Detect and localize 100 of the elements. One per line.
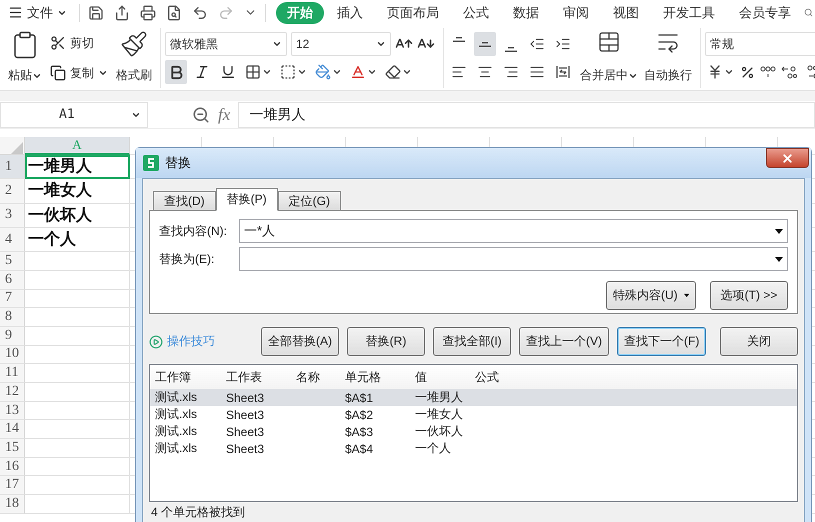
row-header[interactable]: 13	[0, 402, 25, 420]
row-header[interactable]: 1	[0, 155, 25, 180]
format-painter-button[interactable]: 格式刷	[116, 28, 152, 86]
caret-icon	[262, 67, 272, 77]
special-content-button[interactable]: 特殊内容(U)	[606, 281, 696, 310]
table-cell-text: 一堆女人	[414, 406, 464, 423]
font-select[interactable]: 微软雅黑	[165, 32, 287, 56]
number-format-select[interactable]: 常规	[705, 32, 815, 56]
sheet-cell[interactable]	[25, 420, 130, 440]
combo-field[interactable]	[239, 247, 788, 271]
sheet-cell[interactable]	[25, 458, 130, 476]
table-cell-text: Sheet3	[225, 442, 266, 456]
row-header[interactable]: 2	[0, 179, 25, 204]
indent-decrease-icon	[529, 36, 545, 52]
row-header[interactable]: 16	[0, 458, 25, 476]
thousands-separator-icon[interactable]	[759, 64, 777, 80]
sheet-cell[interactable]: 一堆女人	[25, 179, 130, 204]
row-header[interactable]: 5	[0, 252, 25, 271]
row-header[interactable]: 8	[0, 308, 25, 327]
dialog-title: 替换	[165, 154, 191, 172]
sheet-cell[interactable]: 一堆男人	[25, 155, 130, 180]
percent-icon[interactable]	[740, 64, 755, 80]
dialog-tab[interactable]: 查找(D)	[153, 191, 216, 211]
close-icon	[781, 152, 794, 164]
sheet-cell[interactable]: 一伙坏人	[25, 204, 130, 228]
row-header[interactable]: 10	[0, 346, 25, 364]
dialog-button[interactable]: 全部替换(A)	[261, 327, 339, 356]
row-header[interactable]: 14	[0, 420, 25, 440]
play-icon	[149, 334, 163, 348]
bold-button[interactable]	[165, 60, 187, 84]
dialog-button[interactable]: 替换(R)	[347, 327, 425, 356]
ribbon-tab[interactable]: 插入	[326, 2, 374, 24]
align-right-icon	[503, 64, 519, 80]
name-box[interactable]: A1	[0, 102, 148, 128]
ribbon-tab[interactable]: 视图	[602, 2, 650, 24]
formula-input[interactable]: 一堆男人	[238, 102, 815, 128]
dialog-button[interactable]: 关闭	[720, 327, 798, 356]
merge-center-button[interactable]: 合并居中	[580, 28, 638, 86]
row-header[interactable]: 4	[0, 228, 25, 252]
close-button[interactable]	[766, 148, 809, 168]
wrap-text-button[interactable]: 自动换行	[644, 28, 692, 86]
sheet-cell[interactable]	[25, 383, 130, 402]
row-header[interactable]: 17	[0, 476, 25, 496]
increase-decimal-icon[interactable]	[781, 64, 797, 80]
dialog-button[interactable]: 查找全部(I)	[433, 327, 511, 356]
paste-button[interactable]: 粘贴	[8, 28, 42, 86]
sheet-cell[interactable]	[25, 308, 130, 327]
result-row[interactable]: 测试.xls Sheet3 $A$1 一堆男人	[150, 389, 797, 406]
ribbon-tab[interactable]: 公式	[452, 2, 500, 24]
row-header[interactable]: 6	[0, 270, 25, 290]
export-icon[interactable]	[114, 4, 130, 20]
zoom-out-icon[interactable]	[192, 106, 210, 124]
row-header[interactable]: 12	[0, 383, 25, 402]
result-row[interactable]: 测试.xls Sheet3 $A$3 一伙坏人	[150, 423, 797, 440]
dropdown-icon	[684, 293, 689, 298]
ribbon-tab[interactable]: 会员专享	[728, 2, 802, 24]
dialog-tab[interactable]: 替换(P)	[216, 188, 278, 211]
column-header: 值	[414, 368, 428, 386]
font-color-icon	[350, 64, 366, 80]
ribbon-tab[interactable]: 开发工具	[652, 2, 726, 24]
sheet-cell[interactable]	[25, 270, 130, 290]
copy-button[interactable]: 复制	[48, 61, 110, 85]
table-cell-text: 一个人	[414, 440, 452, 457]
sheet-cell[interactable]	[25, 402, 130, 420]
row-header[interactable]: 11	[0, 364, 25, 383]
italic-icon	[194, 64, 210, 80]
sheet-cell[interactable]	[25, 290, 130, 308]
sheet-cell[interactable]	[25, 346, 130, 364]
result-row[interactable]: 测试.xls Sheet3 $A$2 一堆女人	[150, 406, 797, 423]
save-icon[interactable]	[88, 4, 104, 20]
print-icon[interactable]	[140, 4, 156, 20]
row-header[interactable]: 3	[0, 204, 25, 228]
sheet-cell[interactable]	[25, 495, 130, 514]
ribbon-tab[interactable]: 页面布局	[376, 2, 450, 24]
align-middle-button[interactable]	[474, 32, 496, 56]
dialog-tab[interactable]: 定位(G)	[278, 191, 341, 211]
undo-icon[interactable]	[192, 4, 208, 20]
result-row[interactable]: 测试.xls Sheet3 $A$4 一个人	[150, 440, 797, 457]
sheet-cell[interactable]	[25, 439, 130, 458]
align-justify-icon	[529, 64, 545, 80]
row-header[interactable]: 7	[0, 290, 25, 308]
sheet-cell[interactable]	[25, 364, 130, 383]
dialog-button[interactable]: 查找下一个(F)	[617, 327, 706, 356]
sheet-cell[interactable]: 一个人	[25, 228, 130, 252]
ribbon-tab[interactable]: 审阅	[552, 2, 600, 24]
dialog-button[interactable]: 查找上一个(V)	[519, 327, 609, 356]
print-preview-icon[interactable]	[166, 4, 182, 20]
combo-field[interactable]: 一*人	[239, 219, 788, 243]
row-header[interactable]: 9	[0, 326, 25, 346]
sheet-cell[interactable]	[25, 476, 130, 496]
row-header[interactable]: 18	[0, 495, 25, 514]
ribbon-tab[interactable]: 数据	[502, 2, 550, 24]
caret-icon	[332, 67, 342, 77]
cut-button[interactable]: 剪切	[48, 31, 110, 55]
file-menu[interactable]: 文件	[4, 2, 71, 24]
row-header[interactable]: 15	[0, 439, 25, 458]
options-button[interactable]: 选项(T) >>	[710, 281, 788, 310]
sheet-cell[interactable]	[25, 252, 130, 271]
font-size-select[interactable]: 12	[291, 32, 391, 56]
sheet-cell[interactable]	[25, 326, 130, 346]
